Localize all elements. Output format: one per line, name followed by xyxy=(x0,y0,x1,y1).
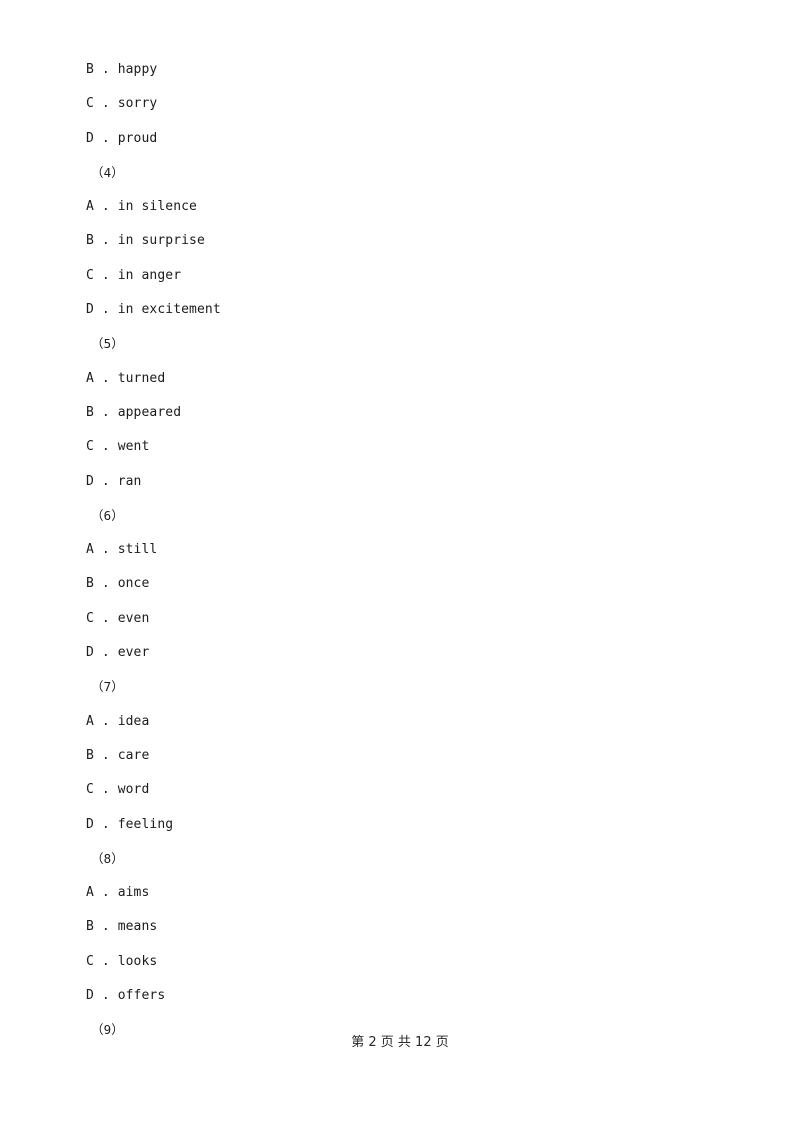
answer-option: C . even xyxy=(86,610,150,626)
answer-option: B . happy xyxy=(86,62,158,77)
answer-option: A . still xyxy=(86,542,158,558)
question-options-list: B . happy C . sorry D . proud （4） A . in sil… xyxy=(86,53,736,1048)
answer-option: A . turned xyxy=(86,370,166,386)
answer-option: A . in silence xyxy=(86,199,197,215)
page-footer: 第 2 页 共 12 页 xyxy=(351,1035,449,1050)
answer-option: D . proud xyxy=(86,130,158,146)
answer-option: B . care xyxy=(86,747,150,763)
answer-option: D . ever xyxy=(86,645,150,661)
question-number-marker: （8） xyxy=(91,850,124,866)
answer-option: B . appeared xyxy=(86,404,182,420)
answer-option: C . in anger xyxy=(86,267,182,283)
answer-option: A . aims xyxy=(86,885,150,901)
answer-option: B . once xyxy=(86,576,150,592)
answer-option: A . idea xyxy=(86,713,150,729)
answer-option: D . in excitement xyxy=(86,302,221,318)
document-page: B . happy C . sorry D . proud （4） A . in sil… xyxy=(0,0,800,1132)
answer-option: B . in surprise xyxy=(86,233,205,249)
answer-option: C . looks xyxy=(86,953,158,969)
question-number-marker: （5） xyxy=(91,336,124,352)
answer-option: C . word xyxy=(86,782,150,798)
answer-option: D . feeling xyxy=(86,816,174,832)
answer-option: C . sorry xyxy=(86,96,158,112)
answer-option: D . ran xyxy=(86,473,142,489)
question-number-marker: （4） xyxy=(91,164,124,180)
answer-option: D . offers xyxy=(86,988,166,1004)
answer-option: B . means xyxy=(86,919,158,935)
answer-option: C . went xyxy=(86,439,150,455)
question-number-marker: （6） xyxy=(91,507,124,523)
question-number-marker: （7） xyxy=(91,679,124,695)
